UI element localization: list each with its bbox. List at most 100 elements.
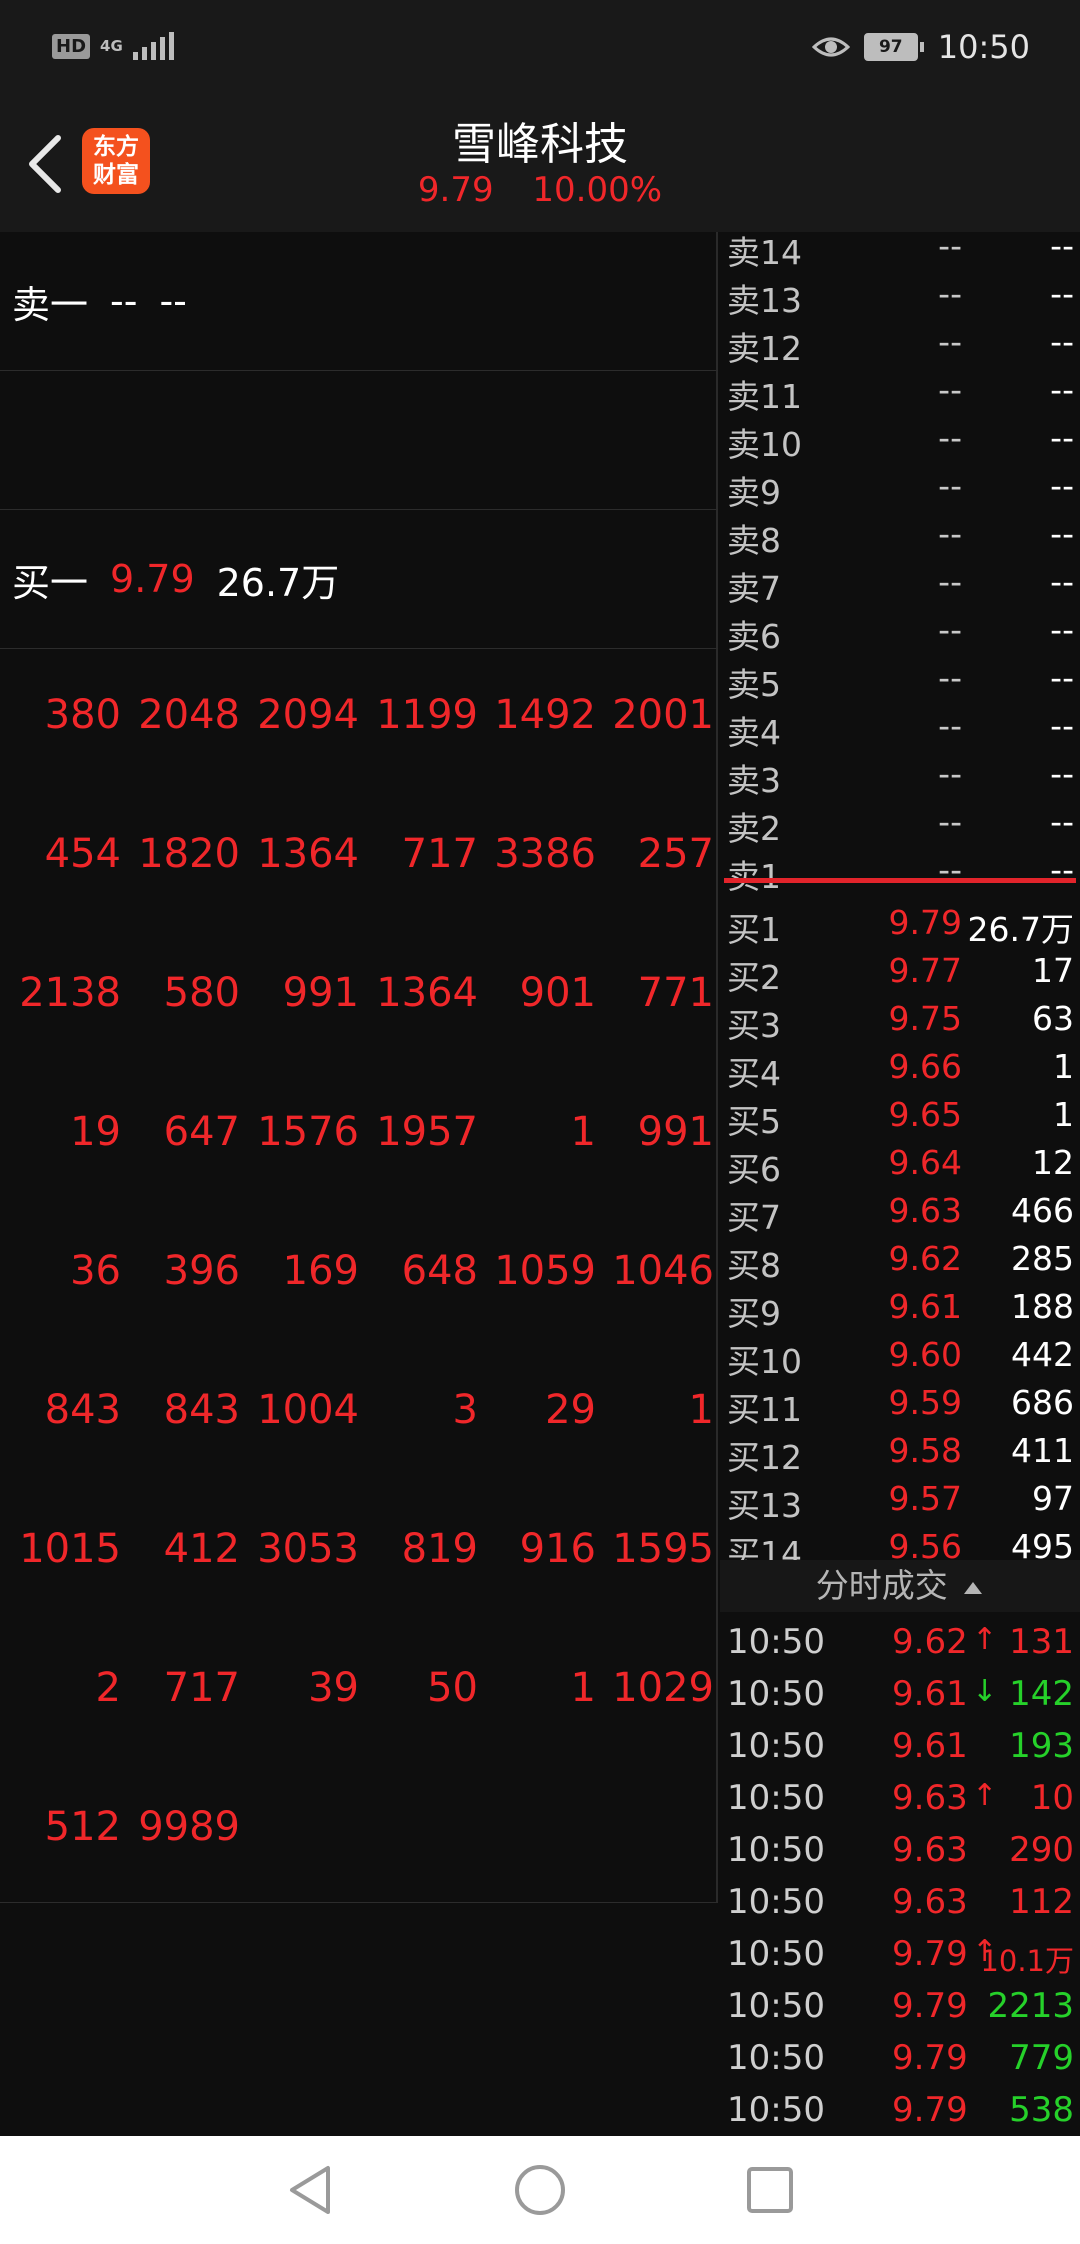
system-nav-bar [0,2136,1080,2244]
bid-row: 买3 9.75 63 [720,995,1080,1045]
trade-time: 10:50 [727,2038,825,2078]
bid-price: 9.65 [888,1095,962,1134]
tick-volume: 3053 [257,1526,359,1572]
tick-volume: 843 [163,1387,240,1433]
trade-volume: 2213 [987,1986,1074,2026]
ask-qty: -- [1050,562,1074,601]
ask-row: 卖7 -- -- [720,558,1080,608]
tick-volume: 647 [163,1109,240,1155]
tick-volume: 991 [637,1109,714,1155]
bid-ask-divider [724,878,1076,883]
tick-volume: 1 [688,1387,714,1433]
tick-volume: 648 [401,1248,478,1294]
ask-price: -- [938,418,962,457]
bid-row: 买9 9.61 188 [720,1283,1080,1333]
bid-price: 9.75 [888,999,962,1038]
tick-volume: 717 [163,1665,240,1711]
trade-row: 10:50 9.63 290 [720,1824,1080,1876]
bid-price: 9.62 [888,1239,962,1278]
trade-time: 10:50 [727,1934,825,1974]
ask-row: 卖2 -- -- [720,798,1080,848]
ask-price: -- [938,706,962,745]
ask-level-label: 卖10 [727,425,802,464]
battery-icon: 97 [863,33,924,61]
trade-price: 9.61 [892,1726,968,1766]
bid-level-label: 买8 [727,1246,781,1285]
network-type: 4G [100,36,123,55]
bid-row: 买12 9.58 411 [720,1427,1080,1477]
trade-time: 10:50 [727,1674,825,1714]
bid-price: 9.64 [888,1143,962,1182]
ask-qty: -- [1050,610,1074,649]
bid-level-label: 买10 [727,1342,802,1381]
tick-volume: 1595 [612,1526,714,1572]
buy1-label: 买一 [12,560,89,605]
tick-volume: 1 [570,1109,596,1155]
hd-badge: HD [52,33,91,59]
trade-price: 9.61 [892,1674,968,1714]
ask-level-label: 卖1 [727,857,781,896]
nav-home-icon[interactable] [510,2162,570,2218]
buy1-volume: 26.7万 [216,560,340,605]
trade-price: 9.79 [892,2090,968,2130]
ask-level-label: 卖8 [727,521,781,560]
sell1-volume: -- [159,279,187,323]
bid-level-label: 买4 [727,1054,781,1093]
ask-level-label: 卖14 [727,233,802,272]
trade-volume: 10.1万 [980,1944,1074,1978]
nav-back-icon[interactable] [282,2162,342,2218]
trade-detail-title: 分时成交 [815,1566,948,1605]
ask-qty: -- [1050,322,1074,361]
ask-price: -- [938,274,962,313]
ask-qty: -- [1050,802,1074,841]
nav-recents-icon[interactable] [740,2162,800,2218]
trade-row: 10:50 9.62 ↑ 131 [720,1616,1080,1668]
ask-level-label: 卖3 [727,761,781,800]
app-header: 东方 财富 雪峰科技 9.79 10.00% [0,96,1080,232]
tick-volume: 1576 [257,1109,359,1155]
battery-level: 97 [863,33,918,61]
trade-direction-arrow: ↓ [972,1674,998,1709]
bid-price: 9.58 [888,1431,962,1470]
ask-price: -- [938,754,962,793]
tick-volume: 1364 [257,831,359,877]
ask-level-label: 卖9 [727,473,781,512]
trade-time: 10:50 [727,1986,825,2026]
bid-row: 买11 9.59 686 [720,1379,1080,1429]
bid-price: 9.59 [888,1383,962,1422]
ask-qty: -- [1050,706,1074,745]
stock-name: 雪峰科技 [452,119,628,170]
ask-qty: -- [1050,370,1074,409]
trade-row: 10:50 9.79 779 [720,2032,1080,2084]
tick-volume: 2001 [612,692,714,738]
trade-volume: 112 [1009,1882,1074,1922]
ask-price: -- [938,466,962,505]
tick-volume: 819 [401,1526,478,1572]
bid-qty: 63 [1032,999,1074,1038]
ask-price: -- [938,850,962,889]
bid-qty: 466 [1011,1191,1074,1230]
bid-row: 买5 9.65 1 [720,1091,1080,1141]
bid-row: 买1 9.79 26.7万 [720,899,1080,949]
tick-volume: 1046 [612,1248,714,1294]
tick-volume: 991 [282,970,359,1016]
ask-price: -- [938,562,962,601]
sell1-price: -- [110,279,138,323]
trade-price: 9.63 [892,1882,968,1922]
ask-qty: -- [1050,466,1074,505]
trade-detail-header[interactable]: 分时成交 [720,1560,1080,1612]
trade-volume: 538 [1009,2090,1074,2130]
ask-level-label: 卖4 [727,713,781,752]
trade-volume: 131 [1009,1622,1074,1662]
bid-qty: 1 [1053,1095,1074,1134]
tick-volume: 1004 [257,1387,359,1433]
trade-price: 9.79 [892,2038,968,2078]
spread-row [0,371,718,510]
ask-row: 卖3 -- -- [720,750,1080,800]
tick-volume: 771 [637,970,714,1016]
change-percent: 10.00% [532,170,663,210]
bid-price: 9.77 [888,951,962,990]
trade-row: 10:50 9.79 538 [720,2084,1080,2136]
bid-qty: 1 [1053,1047,1074,1086]
bid-level-label: 买7 [727,1198,781,1237]
